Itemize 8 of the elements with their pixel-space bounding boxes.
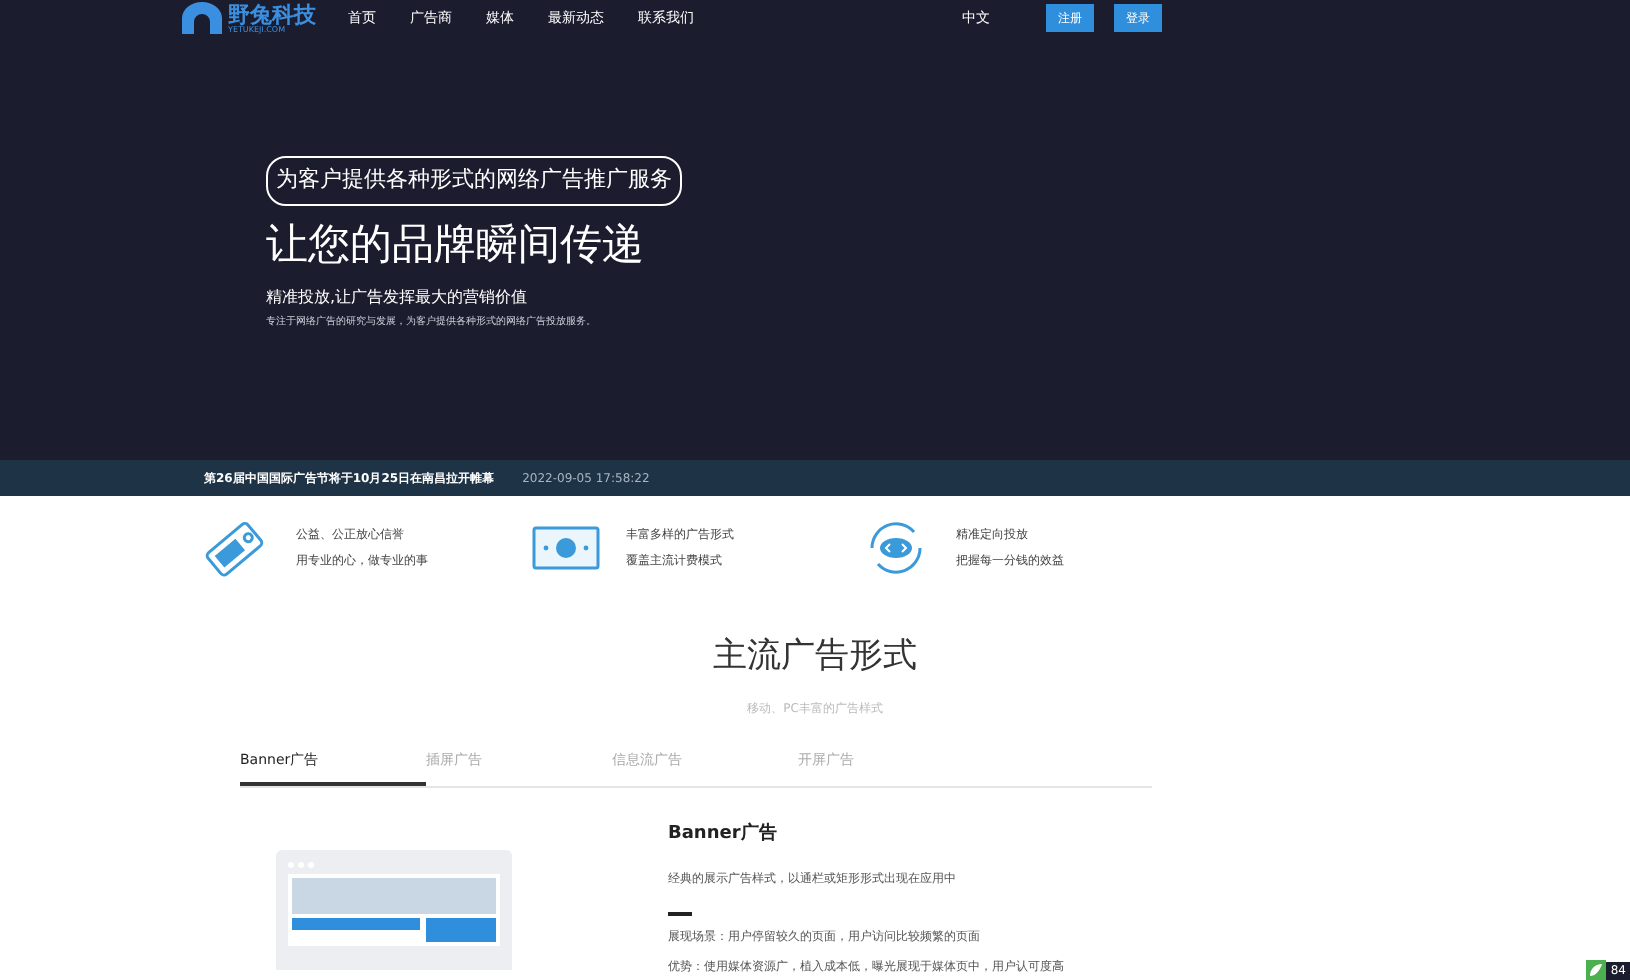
hero-title: 让您的品牌瞬间传递 — [266, 217, 644, 270]
logo-icon — [180, 2, 224, 34]
logo-text: 野兔科技 — [228, 3, 316, 25]
hero-subtitle: 精准投放,让广告发挥最大的营销价值 — [266, 285, 528, 310]
hero-tagline: 为客户提供各种形式的网络广告推广服务 — [266, 156, 682, 205]
banknote-icon — [530, 522, 602, 574]
section-title: 主流广告形式 — [713, 634, 917, 680]
detail-title: Banner广告 — [668, 822, 779, 848]
